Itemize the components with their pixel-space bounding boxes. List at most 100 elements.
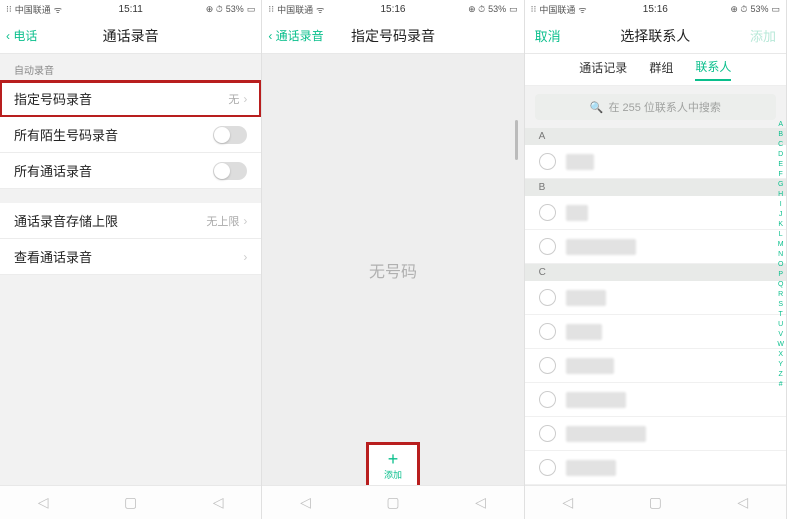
back-button[interactable]: ‹ 通话录音 [268,27,323,44]
radio-circle[interactable] [539,238,556,255]
contact-list[interactable]: ABC [525,128,786,485]
back-icon[interactable]: ◁ [562,494,573,511]
row-stranger-numbers[interactable]: 所有陌生号码录音 [0,117,261,153]
contact-row[interactable] [525,315,786,349]
index-letter[interactable]: G [778,180,783,190]
tab-contacts[interactable]: 联系人 [695,58,731,81]
page-title: 选择联系人 [620,26,690,46]
back-icon[interactable]: ◁ [300,494,311,511]
alarm-icon: ⊕ ⏱ [206,4,223,15]
index-letter[interactable]: B [778,130,783,140]
screen-designated-numbers: ⁝⁝中国联通ᯤ 15:16 ⊕ ⏱53%▭ ‹ 通话录音 指定号码录音 无号码 … [262,0,524,519]
index-letter[interactable]: W [777,340,784,350]
search-input[interactable]: 🔍在 255 位联系人中搜索 [535,94,776,120]
home-icon[interactable]: ▢ [124,494,137,511]
row-designated-numbers[interactable]: 指定号码录音 无› [0,81,261,117]
index-letter[interactable]: A [778,120,783,130]
row-value: 无上限 [206,213,239,229]
index-letter[interactable]: C [778,140,783,150]
contact-row[interactable] [525,451,786,485]
back-button[interactable]: ‹ 电话 [6,27,37,44]
index-letter[interactable]: V [778,330,783,340]
row-label: 所有通话录音 [14,161,92,180]
home-icon[interactable]: ▢ [386,494,399,511]
index-letter[interactable]: E [778,160,783,170]
alarm-icon: ⊕ ⏱ [730,4,747,15]
radio-circle[interactable] [539,204,556,221]
index-letter[interactable]: U [778,320,783,330]
contact-row[interactable] [525,383,786,417]
row-view-recordings[interactable]: 查看通话录音 › [0,239,261,275]
clock: 15:16 [380,4,405,15]
empty-state: 无号码 [262,54,523,485]
index-letter[interactable]: M [778,240,784,250]
radio-circle[interactable] [539,323,556,340]
contact-row[interactable] [525,417,786,451]
home-icon[interactable]: ▢ [649,494,662,511]
contact-row[interactable] [525,196,786,230]
recent-icon[interactable]: ◁ [475,494,486,511]
section-header: 自动录音 [0,54,261,81]
back-icon[interactable]: ◁ [38,494,49,511]
index-letter[interactable]: J [779,210,783,220]
index-letter[interactable]: R [778,290,783,300]
cancel-button[interactable]: 取消 [535,26,561,45]
index-letter[interactable]: Y [778,360,783,370]
row-storage-limit[interactable]: 通话录音存储上限 无上限› [0,203,261,239]
contact-name-redacted [566,392,626,408]
contact-name-redacted [566,426,646,442]
contact-row[interactable] [525,230,786,264]
index-letter[interactable]: D [778,150,783,160]
index-letter[interactable]: K [778,220,783,230]
index-letter[interactable]: I [780,200,782,210]
index-letter[interactable]: P [778,270,783,280]
contact-row[interactable] [525,349,786,383]
contact-name-redacted [566,324,602,340]
contact-name-redacted [566,358,614,374]
radio-circle[interactable] [539,357,556,374]
chevron-right-icon: › [243,250,247,264]
status-bar: ⁝⁝中国联通ᯤ 15:16 ⊕ ⏱53%▭ [525,0,786,18]
alarm-icon: ⊕ ⏱ [468,4,485,15]
toggle-switch[interactable] [213,126,247,144]
radio-circle[interactable] [539,153,556,170]
section-header: A [525,128,786,145]
index-letter[interactable]: L [779,230,783,240]
wifi-icon: ᯤ [316,3,324,16]
radio-circle[interactable] [539,391,556,408]
radio-circle[interactable] [539,425,556,442]
recent-icon[interactable]: ◁ [737,494,748,511]
recent-icon[interactable]: ◁ [213,494,224,511]
section-header: B [525,179,786,196]
index-letter[interactable]: F [779,170,783,180]
row-all-calls[interactable]: 所有通话录音 [0,153,261,189]
clock: 15:11 [119,4,143,15]
confirm-add-button[interactable]: 添加 [750,26,776,45]
toggle-switch[interactable] [213,162,247,180]
alpha-index[interactable]: ABCDEFGHIJKLMNOPQRSTUVWXYZ# [777,120,784,390]
index-letter[interactable]: # [779,380,783,390]
radio-circle[interactable] [539,459,556,476]
row-value: 无 [228,91,239,107]
index-letter[interactable]: S [778,300,783,310]
contact-row[interactable] [525,281,786,315]
contact-name-redacted [566,205,588,221]
screen-select-contact: ⁝⁝中国联通ᯤ 15:16 ⊕ ⏱53%▭ 取消 选择联系人 添加 通话记录 群… [525,0,787,519]
index-letter[interactable]: X [778,350,783,360]
add-button[interactable]: + 添加 [369,445,417,485]
index-letter[interactable]: N [778,250,783,260]
contact-row[interactable] [525,145,786,179]
index-letter[interactable]: Z [779,370,783,380]
carrier-label: 中国联通 [277,3,313,16]
radio-circle[interactable] [539,289,556,306]
wifi-icon: ᯤ [54,3,62,16]
tab-groups[interactable]: 群组 [649,59,673,80]
tab-history[interactable]: 通话记录 [579,59,627,80]
index-letter[interactable]: T [779,310,783,320]
index-letter[interactable]: H [778,190,783,200]
signal-icon: ⁝⁝ [268,4,274,15]
contact-name-redacted [566,290,606,306]
index-letter[interactable]: Q [778,280,783,290]
index-letter[interactable]: O [778,260,783,270]
wifi-icon: ᯤ [578,3,586,16]
